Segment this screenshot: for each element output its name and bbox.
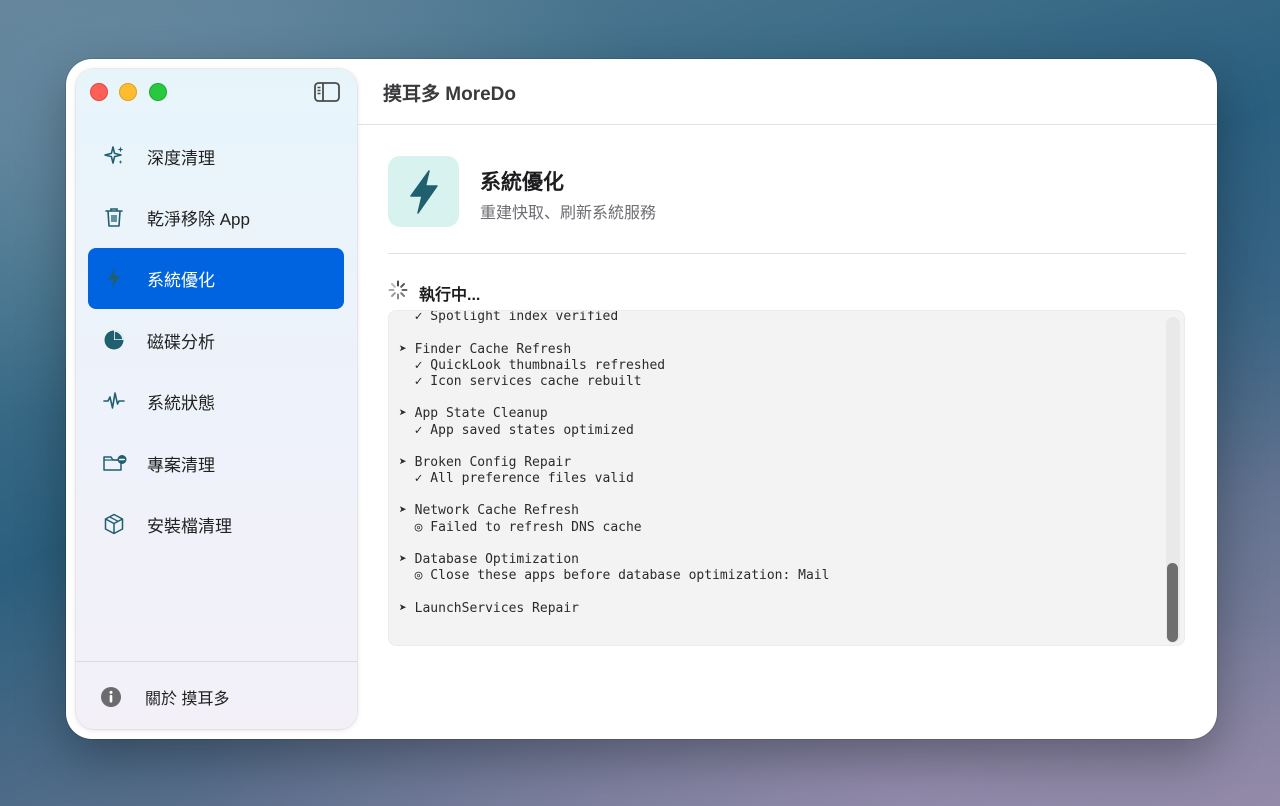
scrollbar-thumb[interactable] [1167,563,1178,642]
log-line: ✓ Icon services cache rebuilt [399,373,642,389]
feature-title: 系統優化 [480,171,564,194]
sidebar-item-label: 系統狀態 [147,394,215,413]
sidebar-item-installer-clean[interactable]: 安裝檔清理 [88,494,344,555]
sidebar-item-label: 系統優化 [147,271,215,290]
sidebar-item-label: 安裝檔清理 [147,517,232,536]
sidebar-item-project-clean[interactable]: 專案清理 [88,433,344,494]
sidebar: 深度清理 乾淨移除 App 系統優化 磁碟分析 系統狀態 專案清理 安裝檔清理 … [76,69,357,729]
sidebar-item-label: 專案清理 [147,456,215,475]
sidebar-item-system-optimize[interactable]: 系統優化 [88,248,344,309]
log-line: ➤ LaunchServices Repair [399,600,580,616]
sidebar-item-label: 深度清理 [147,149,215,168]
sparkles-icon [104,146,124,164]
bolt-icon [410,170,438,214]
window-title: 摸耳多 MoreDo [383,84,517,105]
app-window: 深度清理 乾淨移除 App 系統優化 磁碟分析 系統狀態 專案清理 安裝檔清理 … [66,59,1217,739]
zoom-window-button[interactable] [149,83,167,101]
sidebar-item-deep-clean[interactable]: 深度清理 [88,126,344,187]
info-icon [101,687,121,707]
folder-minus-icon [103,455,127,471]
sidebar-divider [76,661,357,662]
log-line: ✓ QuickLook thumbnails refreshed [399,357,666,373]
log-line: ✓ App saved states optimized [399,422,634,438]
sidebar-item-system-status[interactable]: 系統狀態 [88,371,344,432]
log-line: ✓ All preference files valid [399,471,634,487]
content-divider [388,253,1186,254]
log-line: ➤ Finder Cache Refresh [399,341,572,357]
sidebar-item-label: 乾淨移除 App [147,210,250,229]
sidebar-item-uninstall-app[interactable]: 乾淨移除 App [88,187,344,248]
log-line: ➤ Broken Config Repair [399,454,572,470]
package-icon [104,513,124,535]
spinner-icon [388,280,408,300]
feature-icon-tile [388,156,459,227]
minimize-window-button[interactable] [119,83,137,101]
about-button[interactable]: 關於 摸耳多 [88,677,344,717]
log-line: ➤ App State Cleanup [399,406,548,422]
log-line: ➤ Database Optimization [399,552,580,567]
status-text: 執行中... [419,287,481,304]
sidebar-item-disk-analysis[interactable]: 磁碟分析 [88,310,344,371]
sidebar-toggle-icon [314,82,340,102]
log-line: ◎ Failed to refresh DNS cache [399,519,642,535]
sidebar-item-label: 磁碟分析 [147,333,215,352]
about-label: 關於 摸耳多 [145,691,230,708]
log-line: ◎ Close these apps before database optim… [399,568,830,584]
trash-icon [105,208,123,227]
log-output[interactable]: ✓ Spotlight index verified ➤ Finder Cach… [388,310,1185,646]
close-window-button[interactable] [90,83,108,101]
log-lines: ✓ Spotlight index verified ➤ Finder Cach… [399,310,1159,617]
sidebar-toggle-button[interactable] [313,81,341,103]
log-line: ✓ Spotlight index verified [399,310,619,325]
waveform-icon [103,392,125,409]
log-line: ➤ Network Cache Refresh [399,503,580,519]
feature-subtitle: 重建快取、刷新系統服務 [480,205,657,222]
titlebar-divider [357,124,1217,125]
pie-chart-icon [104,330,124,350]
bolt-icon [108,268,120,288]
